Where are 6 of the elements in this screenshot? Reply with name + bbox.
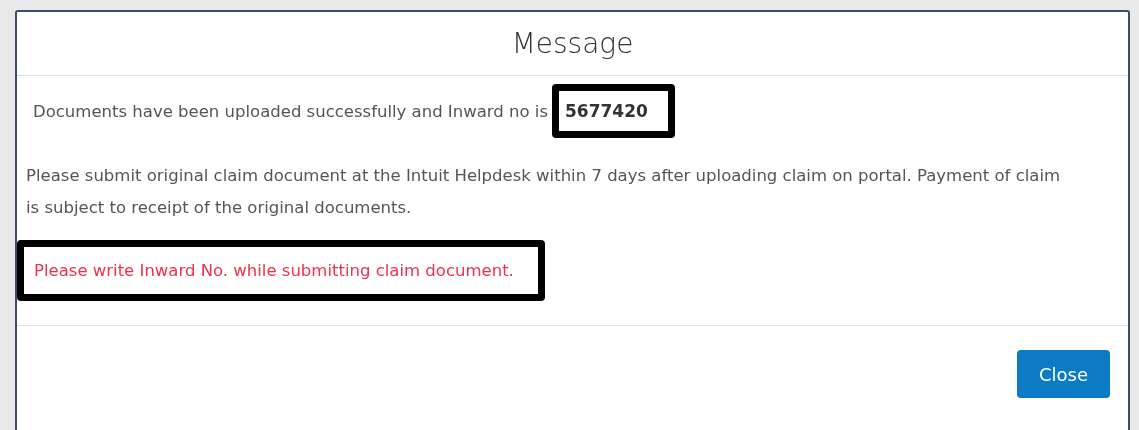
dialog-title: Message — [511, 27, 634, 60]
alert-text: Please write Inward No. while submitting claim document. — [34, 261, 514, 280]
message-text: Documents have been uploaded successfully and Inward no is — [33, 101, 548, 121]
message-text: Please submit original claim document at the Intuit Helpdesk within 7 days after uploading claim on portal. Payment of claim is subject to receipt of the original documents. — [26, 165, 1062, 219]
close-button[interactable]: Close — [1016, 350, 1110, 398]
inward-number: 5677420 — [565, 101, 648, 121]
